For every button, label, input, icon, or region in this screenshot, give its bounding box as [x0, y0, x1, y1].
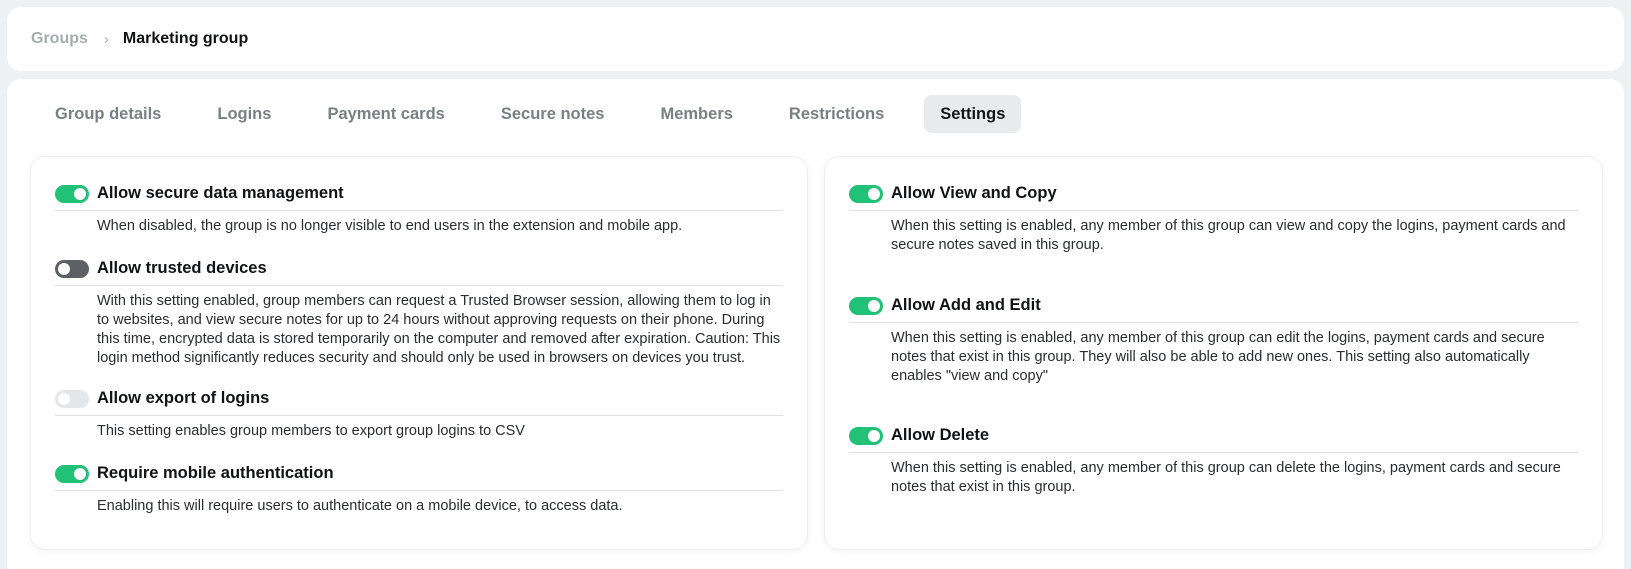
- delete-toggle[interactable]: [849, 426, 883, 445]
- breadcrumb-current: Marketing group: [122, 30, 249, 47]
- setting-header: Allow trusted devices: [55, 256, 783, 286]
- view-and-copy-toggle[interactable]: [849, 184, 883, 203]
- setting-title: Require mobile authentication: [97, 464, 334, 482]
- setting-title: Allow secure data management: [97, 184, 344, 202]
- setting-title: Allow trusted devices: [97, 259, 267, 277]
- setting-description: This setting enables group members to ex…: [97, 423, 525, 439]
- setting-add-and-edit: Allow Add and Edit When this setting is …: [849, 293, 1578, 386]
- setting-title: Allow Delete: [891, 426, 990, 444]
- tab-secure-notes[interactable]: Secure notes: [485, 95, 621, 133]
- permissions-panel: Allow View and Copy When this setting is…: [825, 157, 1602, 549]
- add-and-edit-toggle[interactable]: [849, 296, 883, 315]
- setting-export-logins: Allow export of logins This setting enab…: [55, 386, 783, 441]
- tab-restrictions[interactable]: Restrictions: [773, 95, 900, 133]
- setting-description: When this setting is enabled, any member…: [891, 218, 1566, 253]
- toggle-knob: [868, 187, 880, 200]
- chevron-right-icon: ›: [103, 30, 109, 48]
- tab-logins[interactable]: Logins: [201, 95, 287, 133]
- toggle-knob: [58, 262, 70, 275]
- toggle-knob: [58, 392, 70, 405]
- setting-header: Allow export of logins: [55, 386, 783, 416]
- group-settings-panel: Allow secure data management When disabl…: [31, 157, 807, 549]
- group-content: Group details Logins Payment cards Secur…: [7, 79, 1624, 569]
- tab-group-details[interactable]: Group details: [39, 95, 177, 133]
- setting-secure-data-management: Allow secure data management When disabl…: [55, 181, 783, 236]
- setting-header: Allow Delete: [849, 423, 1578, 453]
- setting-mobile-authentication: Require mobile authentication Enabling t…: [55, 461, 783, 516]
- secure-data-management-toggle[interactable]: [55, 184, 89, 203]
- setting-delete: Allow Delete When this setting is enable…: [849, 423, 1578, 497]
- setting-header: Require mobile authentication: [55, 461, 783, 491]
- mobile-authentication-toggle[interactable]: [55, 464, 89, 483]
- tab-members[interactable]: Members: [644, 95, 748, 133]
- setting-view-and-copy: Allow View and Copy When this setting is…: [849, 181, 1578, 255]
- export-logins-toggle[interactable]: [55, 389, 89, 408]
- setting-title: Allow View and Copy: [891, 184, 1057, 202]
- breadcrumb-groups-link[interactable]: Groups: [31, 30, 88, 48]
- setting-header: Allow Add and Edit: [849, 293, 1578, 323]
- toggle-knob: [868, 299, 880, 312]
- setting-description: Enabling this will require users to auth…: [97, 498, 623, 514]
- setting-title: Allow export of logins: [97, 389, 270, 407]
- toggle-knob: [868, 429, 880, 442]
- toggle-knob: [74, 187, 86, 200]
- setting-description: When this setting is enabled, any member…: [891, 460, 1561, 495]
- setting-trusted-devices: Allow trusted devices With this setting …: [55, 256, 783, 368]
- toggle-knob: [74, 467, 86, 480]
- setting-description: When disabled, the group is no longer vi…: [97, 218, 683, 234]
- tab-payment-cards[interactable]: Payment cards: [311, 95, 460, 133]
- setting-description: When this setting is enabled, any member…: [891, 330, 1545, 384]
- setting-title: Allow Add and Edit: [891, 296, 1041, 314]
- tab-settings[interactable]: Settings: [924, 95, 1022, 133]
- setting-header: Allow View and Copy: [849, 181, 1578, 211]
- trusted-devices-toggle[interactable]: [55, 259, 89, 278]
- breadcrumb: Groups › Marketing group: [7, 7, 1624, 71]
- tab-bar: Group details Logins Payment cards Secur…: [39, 95, 1045, 133]
- setting-header: Allow secure data management: [55, 181, 783, 211]
- setting-description: With this setting enabled, group members…: [97, 293, 781, 366]
